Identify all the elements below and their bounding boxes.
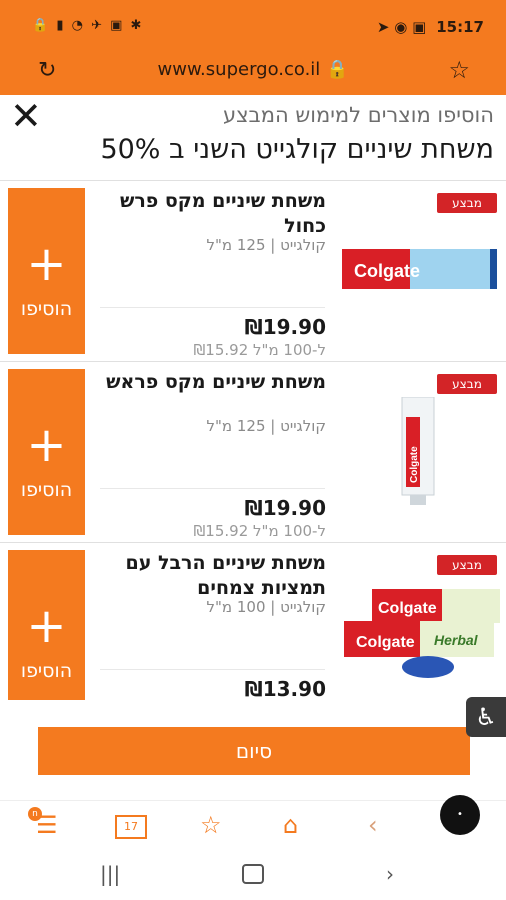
sale-badge: מבצע xyxy=(437,555,497,575)
status-icons-left: 🔒 ▮ ◔ ✈ ▣ ✱ xyxy=(32,18,144,33)
unit-price: ₪15.92 ל-100 מ"ל xyxy=(193,341,326,359)
svg-text:Colgate: Colgate xyxy=(356,634,415,651)
product-card: + הוסיפו משחת שיניים מקס פרש כחול קולגיי… xyxy=(0,181,506,361)
plus-icon: + xyxy=(26,598,67,654)
status-bar: 🔒 ▮ ◔ ✈ ▣ ✱ ➤ ◉ ▣ 15:17 xyxy=(0,0,506,52)
home-icon[interactable]: ⌂ xyxy=(283,811,298,839)
add-button[interactable]: + הוסיפו xyxy=(8,550,85,700)
product-meta: קולגייט | 125 מ"ל xyxy=(206,236,327,254)
status-icons-right: ➤ ◉ ▣ 15:17 xyxy=(377,18,484,36)
sale-badge: מבצע xyxy=(437,193,497,213)
bottom-nav: ☰ n 17 ☆ ⌂ ‹ › xyxy=(0,800,506,851)
accessibility-icon[interactable]: ♿ xyxy=(466,697,506,737)
status-time: 15:17 xyxy=(436,18,484,36)
product-price: ₪13.90 xyxy=(244,677,326,701)
product-meta: קולגייט | 125 מ"ל xyxy=(206,417,327,435)
separator xyxy=(100,669,325,670)
product-card: + הוסיפו משחת שיניים הרבל עם תמציות צמחי… xyxy=(0,543,506,703)
url-text[interactable]: www.supergo.co.il 🔒 xyxy=(0,59,506,80)
system-nav-bar: ||| › xyxy=(0,850,506,900)
svg-text:Colgate: Colgate xyxy=(354,261,420,281)
product-meta: קולגייט | 100 מ"ל xyxy=(206,598,327,616)
separator xyxy=(100,307,325,308)
plus-icon: + xyxy=(26,417,67,473)
status-app-icons: ➤ ◉ ▣ xyxy=(376,18,427,36)
add-button-label: הוסיפו xyxy=(20,660,73,682)
product-card: + הוסיפו משחת שיניים מקס פראש קולגייט | … xyxy=(0,362,506,542)
panel-title: משחת שיניים קולגייט השני ב 50% xyxy=(100,134,494,165)
add-button[interactable]: + הוסיפו xyxy=(8,188,85,354)
add-button-label: הוסיפו xyxy=(20,479,73,501)
back-system-icon[interactable]: › xyxy=(386,862,394,886)
add-button[interactable]: + הוסיפו xyxy=(8,369,85,535)
product-image[interactable]: Colgate xyxy=(340,243,500,297)
home-system-icon[interactable] xyxy=(242,864,264,884)
separator xyxy=(100,488,325,489)
browser-url-bar[interactable]: ↻ www.supergo.co.il 🔒 ☆ xyxy=(0,52,506,95)
top-bar: 🔒 ▮ ◔ ✈ ▣ ✱ ➤ ◉ ▣ 15:17 ↻ www.supergo.co… xyxy=(0,0,506,95)
cart-star-icon[interactable]: ☆ xyxy=(200,811,222,839)
back-icon[interactable]: ‹ xyxy=(368,811,378,839)
plus-icon: + xyxy=(26,236,67,292)
star-icon[interactable]: ☆ xyxy=(448,56,470,84)
menu-badge: n xyxy=(28,807,42,821)
recent-apps-icon[interactable]: ||| xyxy=(100,862,120,886)
svg-text:Herbal: Herbal xyxy=(434,632,479,648)
product-name[interactable]: משחת שיניים הרבל עם תמציות צמחים xyxy=(86,551,326,601)
sale-badge: מבצע xyxy=(437,374,497,394)
product-image[interactable]: Colgate Colgate Herbal xyxy=(342,587,502,683)
product-name[interactable]: משחת שיניים מקס פראש xyxy=(86,370,326,395)
product-price: ₪19.90 xyxy=(244,496,326,520)
close-icon[interactable]: ✕ xyxy=(10,96,42,136)
calendar-icon[interactable]: 17 xyxy=(115,815,147,839)
done-button[interactable]: סיום xyxy=(38,727,470,775)
svg-text:Colgate: Colgate xyxy=(378,600,437,617)
svg-text:Colgate: Colgate xyxy=(409,446,420,483)
unit-price: ₪15.92 ל-100 מ"ל xyxy=(193,522,326,540)
add-button-label: הוסיפו xyxy=(20,298,73,320)
panel-subtitle: הוסיפו מוצרים למימוש המבצע xyxy=(222,103,494,127)
product-price: ₪19.90 xyxy=(244,315,326,339)
floating-chat-button[interactable]: • xyxy=(440,795,480,835)
product-image[interactable]: Colgate xyxy=(398,396,438,511)
product-name[interactable]: משחת שיניים מקס פרש כחול xyxy=(86,189,326,239)
